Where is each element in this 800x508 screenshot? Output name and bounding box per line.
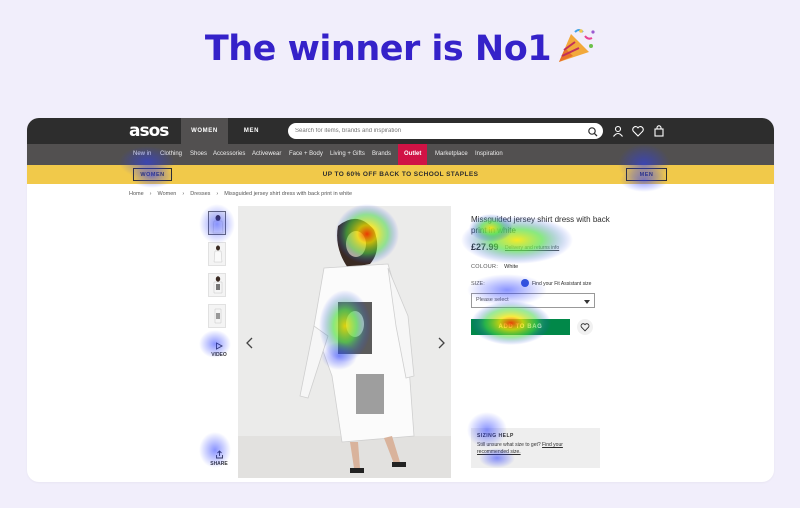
nav-new-in[interactable]: New in: [133, 144, 151, 165]
promo-men-button[interactable]: MEN: [626, 168, 667, 181]
thumbnail-1[interactable]: [208, 211, 226, 235]
heart-icon[interactable]: [631, 124, 645, 138]
fit-assistant-link[interactable]: Find your Fit Assistant size: [521, 279, 591, 287]
thumbnail-3[interactable]: [208, 273, 226, 297]
play-icon: [216, 342, 223, 350]
thumbnail-4[interactable]: [208, 304, 226, 328]
add-to-bag-button[interactable]: ADD TO BAG: [471, 319, 570, 335]
search-bar[interactable]: [288, 123, 603, 139]
nav-face-body[interactable]: Face + Body: [289, 144, 323, 165]
size-select[interactable]: Please select: [471, 293, 595, 308]
colour-row: COLOUR: White: [471, 264, 518, 270]
party-popper-icon: [555, 28, 595, 64]
nav-marketplace[interactable]: Marketplace: [435, 144, 468, 165]
breadcrumb-current: Missguided jersey shirt dress with back …: [224, 191, 353, 197]
breadcrumb-separator: ›: [149, 191, 152, 197]
product-title: Missguided jersey shirt dress with back …: [471, 215, 610, 235]
nav-shoes[interactable]: Shoes: [190, 144, 207, 165]
sizing-help-body: Still unsure what size to get? Find your…: [477, 442, 594, 456]
breadcrumb-women[interactable]: Women: [158, 191, 177, 197]
breadcrumb-separator: ›: [182, 191, 185, 197]
share-button[interactable]: SHARE: [206, 450, 232, 467]
previous-image-arrow[interactable]: [243, 336, 257, 350]
share-label: SHARE: [210, 461, 228, 467]
account-icon[interactable]: [611, 124, 625, 138]
thumbnail-2[interactable]: [208, 242, 226, 266]
breadcrumb-home[interactable]: Home: [129, 191, 144, 197]
main-product-image[interactable]: [238, 206, 451, 478]
nav-activewear[interactable]: Activewear: [252, 144, 281, 165]
chevron-down-icon: [584, 298, 590, 304]
promo-banner: UP TO 60% OFF BACK TO SCHOOL STAPLES WOM…: [27, 165, 774, 184]
heart-icon: [580, 323, 590, 332]
breadcrumb-dresses[interactable]: Dresses: [190, 191, 210, 197]
thumbnail-list: [208, 211, 228, 335]
colour-label: COLOUR:: [471, 264, 499, 270]
headline: The winner is No1: [0, 28, 800, 69]
tab-men[interactable]: MEN: [228, 118, 275, 144]
product-info: Missguided jersey shirt dress with back …: [471, 214, 611, 236]
colour-value: White: [504, 264, 519, 270]
search-input[interactable]: [295, 125, 585, 137]
size-select-value: Please select: [476, 297, 509, 303]
nav-accessories[interactable]: Accessories: [213, 144, 245, 165]
next-image-arrow[interactable]: [434, 336, 448, 350]
nav-brands[interactable]: Brands: [372, 144, 391, 165]
sizing-help-heading: SIZING HELP: [477, 433, 514, 439]
save-for-later-button[interactable]: [577, 319, 593, 335]
asos-logo[interactable]: asos: [129, 121, 169, 141]
bag-icon[interactable]: [652, 124, 666, 138]
nav-outlet[interactable]: Outlet: [398, 144, 428, 165]
promo-women-button[interactable]: WOMEN: [133, 168, 172, 181]
product-price: £27.99: [471, 242, 499, 252]
asos-product-page: asos WOMEN MEN New in Clothing Shoes Acc…: [27, 118, 774, 482]
headline-text: The winner is No1: [204, 29, 552, 69]
top-bar: asos WOMEN MEN: [27, 118, 774, 144]
nav-clothing[interactable]: Clothing: [160, 144, 182, 165]
breadcrumb: Home › Women › Dresses › Missguided jersey shi…: [129, 191, 358, 197]
delivery-returns-link[interactable]: Delivery and returns info: [505, 245, 559, 251]
share-icon: [215, 450, 223, 459]
sizing-help-text: Still unsure what size to get?: [477, 442, 541, 448]
fit-assistant-label: Find your Fit Assistant size: [532, 281, 592, 287]
breadcrumb-separator: ›: [216, 191, 219, 197]
search-icon[interactable]: [587, 125, 599, 137]
video-label: VIDEO: [211, 352, 227, 358]
sizing-help-box: SIZING HELP Still unsure what size to ge…: [471, 428, 600, 468]
nav-inspiration[interactable]: Inspiration: [475, 144, 503, 165]
video-button[interactable]: VIDEO: [206, 342, 232, 358]
category-nav: New in Clothing Shoes Accessories Active…: [27, 144, 774, 165]
fit-assistant-icon: [521, 279, 529, 287]
tab-women[interactable]: WOMEN: [181, 118, 228, 144]
nav-living-gifts[interactable]: Living + Gifts: [330, 144, 365, 165]
